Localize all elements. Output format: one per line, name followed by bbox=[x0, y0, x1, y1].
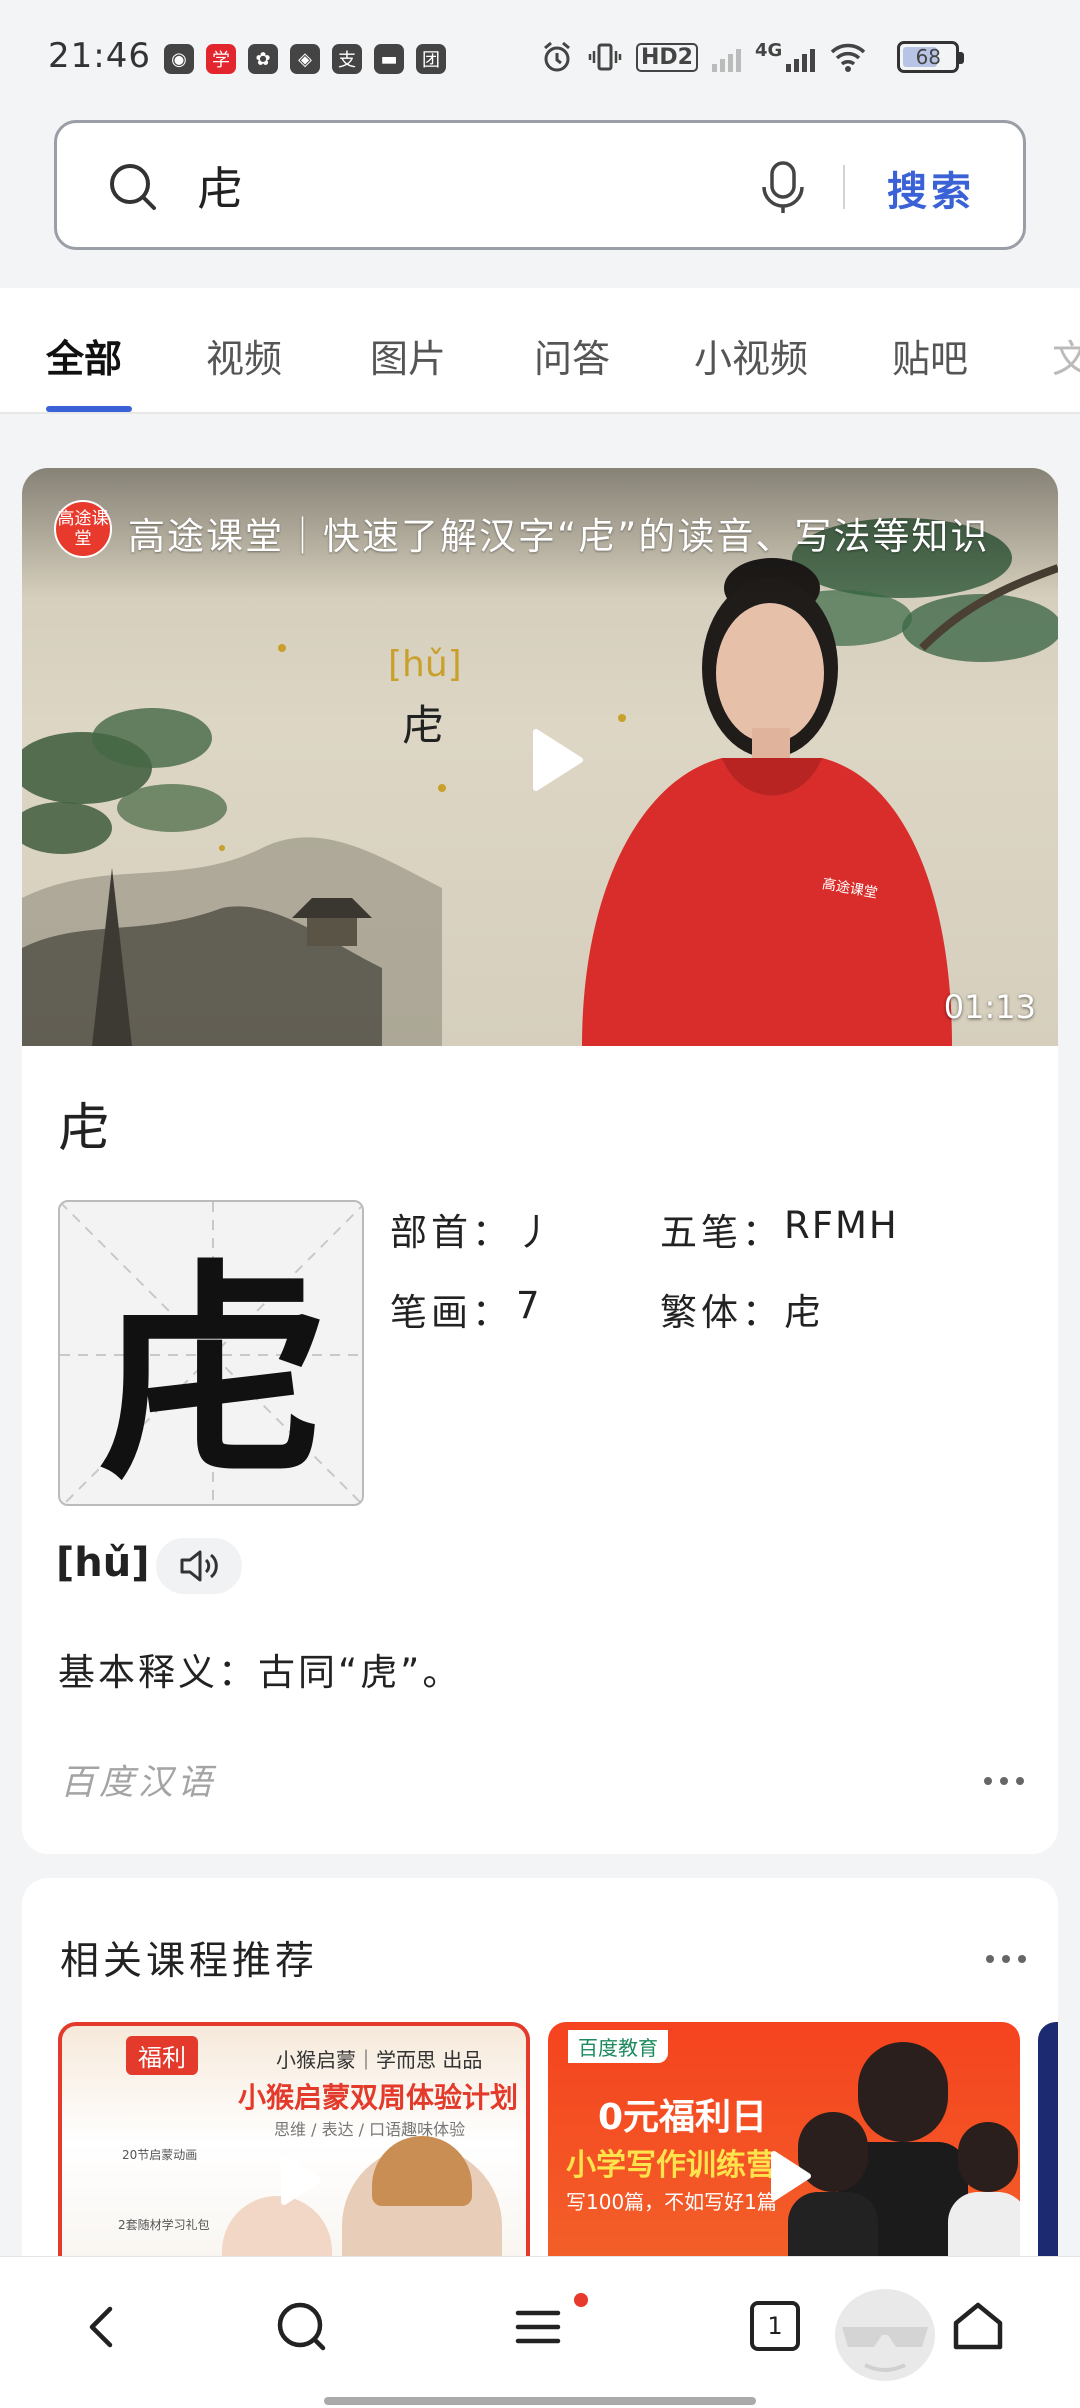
course-more-icon[interactable] bbox=[986, 1952, 1026, 1966]
speaker-icon bbox=[180, 1550, 218, 1582]
home-indicator[interactable] bbox=[324, 2397, 756, 2405]
video-char: 虍 bbox=[402, 701, 445, 750]
course1-headline: 小猴启蒙双周体验计划 bbox=[238, 2081, 519, 2114]
dictionary-result-card: 高途课堂 高途课堂｜快速了解汉字“虍”的读音、写法等知识 [hǔ] 虍 高途课堂… bbox=[22, 468, 1058, 1854]
pinyin: [hǔ] bbox=[56, 1540, 150, 1586]
search-icon bbox=[110, 164, 156, 210]
character-grid-box: 虍 bbox=[58, 1200, 364, 1506]
more-options-icon[interactable] bbox=[984, 1774, 1024, 1788]
source-label[interactable]: 百度汉语 bbox=[60, 1754, 216, 1805]
chat-bubble-icon: ◉ bbox=[164, 44, 194, 74]
course-section-title: 相关课程推荐 bbox=[60, 1939, 319, 1984]
wubi-label: 五笔： bbox=[660, 1211, 783, 1254]
xuexi-app-icon: 学 bbox=[206, 44, 236, 74]
search-divider bbox=[843, 165, 845, 209]
battery-level: 68 bbox=[915, 45, 942, 69]
traditional-label: 繁体： bbox=[660, 1291, 783, 1334]
alarm-icon bbox=[544, 41, 570, 72]
course1-side1: 20节启蒙动画 bbox=[122, 2148, 198, 2162]
status-bar: 21:46 ◉ 学 ✿ ◈ 支 ▬ 团 HD2 4G 68 bbox=[0, 0, 1080, 110]
definition: 基本释义：古同“虎”。 bbox=[58, 1651, 463, 1694]
tabs-button[interactable]: 1 bbox=[750, 2301, 800, 2351]
character-heading: 虍 bbox=[58, 1099, 111, 1159]
status-time: 21:46 bbox=[48, 36, 151, 76]
video-title[interactable]: 高途课堂｜快速了解汉字“虍”的读音、写法等知识 bbox=[128, 506, 1038, 560]
alipay-icon: 支 bbox=[332, 44, 362, 74]
microphone-icon[interactable] bbox=[753, 157, 813, 217]
message-app-icon: ▬ bbox=[374, 44, 404, 74]
video-pinyin: [hǔ] bbox=[388, 644, 462, 685]
menu-icon[interactable] bbox=[506, 2295, 570, 2359]
play-icon[interactable] bbox=[512, 718, 596, 802]
tab-all[interactable]: 全部 bbox=[46, 328, 122, 383]
traditional-value: 虍 bbox=[784, 1291, 823, 1334]
menu-notification-dot bbox=[574, 2293, 588, 2307]
course2-brand: 百度教育 bbox=[568, 2030, 668, 2063]
home-icon[interactable] bbox=[946, 2295, 1010, 2359]
course2-line1: 0元福利日 bbox=[598, 2097, 768, 2138]
strokes-value: 7 bbox=[516, 1284, 542, 1327]
hd-indicator: HD2 bbox=[636, 42, 698, 72]
signal-sim2-icon bbox=[786, 42, 816, 72]
tab-qa[interactable]: 问答 bbox=[534, 328, 610, 383]
tab-indicator bbox=[46, 406, 132, 412]
search-input[interactable] bbox=[197, 153, 757, 219]
notification-icons: ◉ 学 ✿ ◈ 支 ▬ 团 bbox=[164, 44, 446, 74]
tab-short-video[interactable]: 小视频 bbox=[694, 328, 808, 383]
video-duration: 01:13 bbox=[943, 988, 1036, 1026]
vibrate-icon bbox=[588, 43, 622, 71]
tab-tieba[interactable]: 贴吧 bbox=[892, 328, 968, 383]
signal-sim1-icon bbox=[711, 42, 741, 72]
wifi-icon bbox=[831, 43, 866, 72]
radical-value: 丿 bbox=[516, 1211, 555, 1254]
category-tabs: 全部 视频 图片 问答 小视频 贴吧 文 bbox=[0, 288, 1080, 414]
character-large: 虍 bbox=[96, 1238, 329, 1506]
search-button[interactable]: 搜索 bbox=[887, 159, 975, 217]
tab-images[interactable]: 图片 bbox=[370, 328, 446, 383]
bottom-navigation: 1 bbox=[0, 2256, 1080, 2408]
wubi-value: RFMH bbox=[784, 1204, 899, 1247]
meituan-icon: 团 bbox=[416, 44, 446, 74]
course1-brand: 小猴启蒙｜学而思 出品 bbox=[276, 2048, 483, 2072]
course1-side2: 2套随材学习礼包 bbox=[118, 2218, 210, 2232]
course2-play-icon bbox=[771, 2151, 811, 2201]
tab-video[interactable]: 视频 bbox=[206, 328, 282, 383]
network-type: 4G bbox=[754, 40, 783, 61]
status-right: HD2 4G 68 bbox=[540, 40, 965, 74]
channel-logo: 高途课堂 bbox=[54, 500, 112, 558]
pronounce-button[interactable] bbox=[156, 1538, 242, 1594]
tab-wenku[interactable]: 文 bbox=[1052, 328, 1080, 383]
photo-app-icon: ✿ bbox=[248, 44, 278, 74]
tab-count: 1 bbox=[767, 2312, 783, 2340]
course2-line2: 小学写作训练营 bbox=[566, 2148, 776, 2183]
course1-play-icon bbox=[281, 2155, 321, 2205]
course2-line3: 写100篇，不如写好1篇 bbox=[566, 2190, 777, 2214]
search-nav-icon[interactable] bbox=[270, 2295, 334, 2359]
battery-icon: 68 bbox=[897, 41, 965, 73]
search-bar: 搜索 bbox=[54, 120, 1026, 250]
strokes-label: 笔画： bbox=[390, 1291, 513, 1334]
radical-label: 部首： bbox=[390, 1211, 513, 1254]
sound-app-icon: ◈ bbox=[290, 44, 320, 74]
course1-badge: 福利 bbox=[126, 2036, 198, 2075]
video-player[interactable]: 高途课堂 高途课堂｜快速了解汉字“虍”的读音、写法等知识 [hǔ] 虍 高途课堂… bbox=[22, 468, 1058, 1046]
back-icon[interactable] bbox=[70, 2295, 134, 2359]
mascot-icon bbox=[835, 2289, 935, 2381]
